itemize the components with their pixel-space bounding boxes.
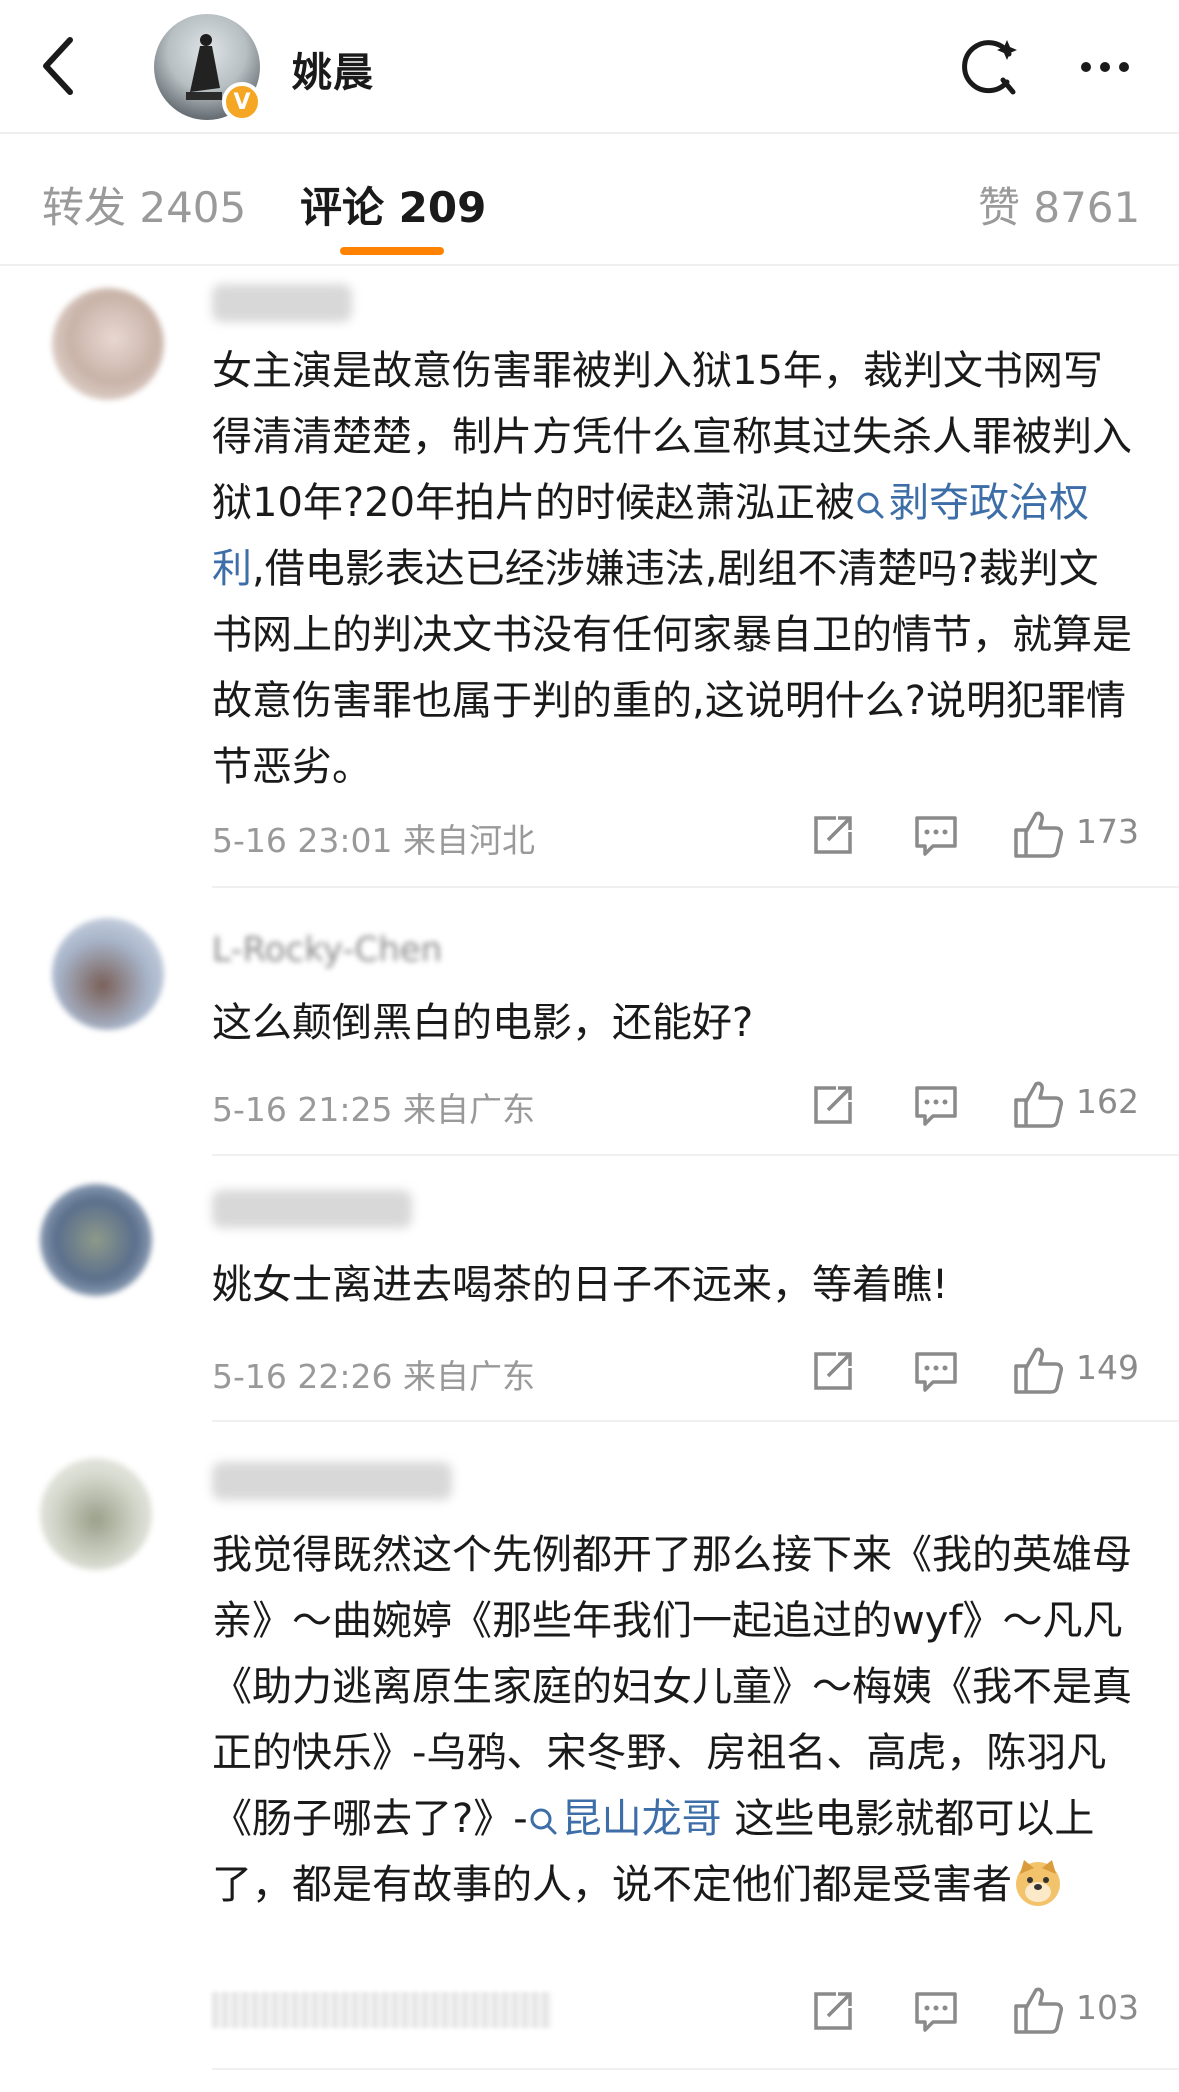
tab-reposts[interactable]: 转发 2405	[42, 174, 246, 235]
commenter-avatar[interactable]	[52, 918, 164, 1030]
comment-text: 姚女士离进去喝茶的日子不远来，等着瞧!	[212, 1262, 949, 1308]
comment-actions: 173	[808, 806, 1139, 866]
more-dot	[1119, 62, 1129, 72]
thumbs-up-icon[interactable]	[1010, 806, 1066, 862]
more-dot	[1081, 62, 1091, 72]
commenter-avatar[interactable]	[40, 1458, 152, 1570]
commenter-name[interactable]	[212, 1462, 452, 1500]
topic-link[interactable]: 昆山龙哥	[528, 1796, 722, 1842]
comment-text: 这么颠倒黑白的电影，还能好?	[212, 1000, 754, 1046]
comment-icon[interactable]	[911, 810, 961, 860]
comment-actions: 162	[808, 1076, 1139, 1136]
commenter-avatar[interactable]	[40, 1184, 152, 1296]
comment-actions: 149	[808, 1342, 1139, 1402]
share-icon[interactable]	[808, 1986, 858, 2036]
comment-meta: 5-16 22:26 来自广东	[212, 1357, 535, 1396]
tab-bar: 转发 2405 评论 209 赞 8761	[0, 134, 1179, 266]
comment-icon[interactable]	[911, 1346, 961, 1396]
avatar-figure	[186, 34, 222, 100]
comment-text: 我觉得既然这个先例都开了那么接下来《我的英雄母亲》～曲婉婷《那些年我们一起追过的…	[212, 1532, 1132, 1908]
share-icon[interactable]	[808, 1346, 858, 1396]
comment-icon[interactable]	[911, 1080, 961, 1130]
comment-actions: 103	[808, 1982, 1139, 2042]
tab-comments[interactable]: 评论 209	[300, 174, 486, 235]
chevron-left-icon	[43, 37, 73, 95]
comment-icon[interactable]	[911, 1986, 961, 2036]
comment-text: 女主演是故意伤害罪被判入狱15年，裁判文书网写得清清楚楚，制片方凭什么宣称其过失…	[212, 348, 1132, 790]
author-avatar[interactable]: V	[154, 14, 262, 122]
refresh-icon	[962, 40, 1017, 95]
thumbs-up-icon[interactable]	[1010, 1982, 1066, 2038]
back-button[interactable]	[30, 32, 86, 100]
top-bar: V 姚晨	[0, 0, 1179, 134]
share-icon[interactable]	[808, 810, 858, 860]
tab-likes[interactable]: 赞 8761	[978, 174, 1140, 235]
commenter-name[interactable]	[212, 1190, 412, 1228]
tab-active-indicator	[340, 247, 444, 255]
comment-meta-hidden	[212, 1992, 552, 2028]
thumbs-up-icon[interactable]	[1010, 1342, 1066, 1398]
comment-divider	[212, 886, 1179, 888]
commenter-name[interactable]	[212, 284, 352, 322]
comment-divider	[212, 2068, 1179, 2070]
like-count: 173	[1076, 812, 1139, 851]
like-count: 103	[1076, 1988, 1139, 2027]
share-icon[interactable]	[808, 1080, 858, 1130]
commenter-name[interactable]: L-Rocky-Chen	[212, 930, 442, 970]
comment-meta: 5-16 21:25 来自广东	[212, 1090, 535, 1129]
search-icon	[857, 492, 884, 519]
doge-emoji-icon	[1016, 1860, 1060, 1906]
thumbs-up-icon[interactable]	[1010, 1076, 1066, 1132]
like-count: 162	[1076, 1082, 1139, 1121]
comment-divider	[212, 1154, 1179, 1156]
refresh-button[interactable]	[955, 32, 1025, 102]
search-icon	[530, 1808, 557, 1835]
verified-badge-icon: V	[222, 82, 262, 122]
like-count: 149	[1076, 1348, 1139, 1387]
comment-divider	[212, 1420, 1179, 1422]
more-dot	[1100, 62, 1110, 72]
comment-meta: 5-16 23:01 来自河北	[212, 821, 535, 860]
commenter-avatar[interactable]	[52, 288, 164, 400]
more-button[interactable]	[1065, 32, 1145, 102]
author-name[interactable]: 姚晨	[292, 40, 374, 98]
